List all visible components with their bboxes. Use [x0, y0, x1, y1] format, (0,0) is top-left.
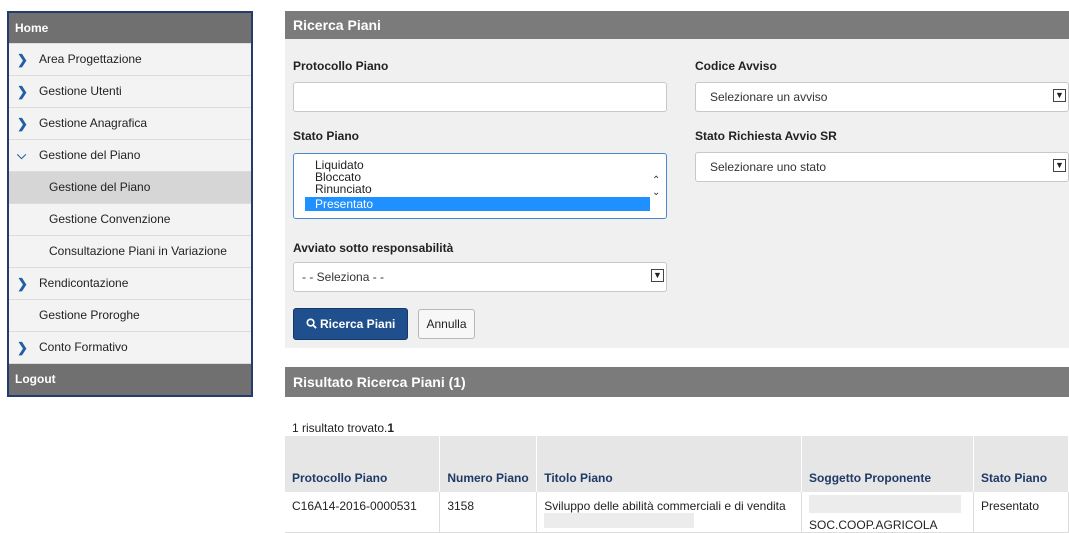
results-count-text: 1 risultato trovato. [292, 421, 388, 435]
results-table: Protocollo Piano Numero Piano Titolo Pia… [285, 436, 1069, 533]
stato-richiesta-select[interactable]: Selezionare uno stato ▼ [695, 152, 1069, 182]
sidebar-item-label: Gestione Convenzione [49, 212, 171, 226]
sidebar-item-conto-formativo[interactable]: ❯ Conto Formativo [9, 331, 251, 363]
stato-richiesta-value: Selezionare uno stato [710, 160, 827, 174]
cell-soggetto: SOC.COOP.AGRICOLA [801, 492, 975, 533]
column-header[interactable]: Titolo Piano [536, 436, 803, 492]
sidebar-item-gestione-utenti[interactable]: ❯ Gestione Utenti [9, 75, 251, 107]
results-count: 1 risultato trovato.1 [292, 421, 394, 435]
listbox-scrollbar[interactable]: ⌃ ⌄ [650, 157, 664, 215]
chevron-right-icon: ❯ [17, 84, 28, 99]
sidebar-item-gestione-anagrafica[interactable]: ❯ Gestione Anagrafica [9, 107, 251, 139]
cell-stato: Presentato [973, 492, 1069, 533]
codice-avviso-label: Codice Avviso [695, 59, 777, 73]
cancel-button[interactable]: Annulla [418, 309, 475, 339]
sidebar-item-label: Consultazione Piani in Variazione [49, 244, 227, 258]
sidebar-item-gestione-proroghe[interactable]: Gestione Proroghe [9, 299, 251, 331]
search-button-label: Ricerca Piani [319, 317, 396, 331]
stato-piano-label: Stato Piano [293, 129, 360, 143]
sidebar-item-label: Area Progettazione [39, 52, 142, 66]
sidebar-home[interactable]: Home [9, 13, 251, 43]
search-panel-title: Ricerca Piani [285, 11, 1069, 39]
chevron-down-icon: ▼ [1053, 159, 1066, 172]
column-header[interactable]: Protocollo Piano [285, 436, 441, 492]
redacted-block [809, 495, 962, 513]
sidebar-item-label: Gestione Anagrafica [39, 116, 148, 130]
chevron-down-icon: ⌵ [17, 148, 27, 162]
codice-avviso-select[interactable]: Selezionare un avviso ▼ [695, 82, 1069, 112]
sidebar-item-label: Rendicontazione [39, 276, 129, 290]
avviato-value: - - Seleziona - - [302, 270, 385, 284]
sidebar-logout[interactable]: Logout [9, 363, 251, 395]
column-header[interactable]: Soggetto Proponente [801, 436, 975, 492]
sidebar-item-gestione-del-piano[interactable]: ⌵ Gestione del Piano [9, 139, 251, 171]
results-panel-title: Risultato Ricerca Piani (1) [285, 367, 1069, 397]
sidebar-item-label: Conto Formativo [39, 340, 128, 354]
sidebar-item-label: Gestione Proroghe [39, 308, 140, 322]
cell-protocollo: C16A14-2016-0000531 [285, 492, 441, 533]
avviato-label: Avviato sotto responsabilità [293, 241, 454, 255]
chevron-right-icon: ❯ [17, 276, 28, 291]
sidebar-subitem-consultazione-piani[interactable]: Consultazione Piani in Variazione [9, 235, 251, 267]
search-icon [306, 317, 320, 331]
protocollo-label: Protocollo Piano [293, 59, 389, 73]
column-header[interactable]: Stato Piano [973, 436, 1069, 492]
search-panel: Protocollo Piano Codice Avviso Seleziona… [285, 39, 1069, 348]
chevron-right-icon: ❯ [17, 340, 28, 355]
sidebar-item-area-progettazione[interactable]: ❯ Area Progettazione [9, 43, 251, 75]
cell-titolo-text: Sviluppo delle abilità commerciali e di … [544, 499, 786, 513]
chevron-down-icon: ▼ [1053, 89, 1066, 102]
scroll-up-icon[interactable]: ⌃ [652, 175, 660, 186]
sidebar-item-label: Gestione del Piano [39, 148, 141, 162]
sidebar-subitem-gestione-del-piano[interactable]: Gestione del Piano [9, 171, 251, 203]
results-count-value: 1 [387, 421, 395, 435]
avviato-select[interactable]: - - Seleziona - - ▼ [293, 262, 667, 292]
sidebar-item-rendicontazione[interactable]: ❯ Rendicontazione [9, 267, 251, 299]
column-header[interactable]: Numero Piano [439, 436, 538, 492]
sidebar-subitem-gestione-convenzione[interactable]: Gestione Convenzione [9, 203, 251, 235]
cell-numero: 3158 [439, 492, 538, 533]
chevron-right-icon: ❯ [17, 52, 28, 67]
cell-titolo: Sviluppo delle abilità commerciali e di … [536, 492, 803, 533]
table-header-row: Protocollo Piano Numero Piano Titolo Pia… [285, 436, 1069, 492]
stato-piano-listbox[interactable]: Liquidato Bloccato Rinunciato Presentato… [293, 153, 667, 219]
table-row[interactable]: C16A14-2016-0000531 3158 Sviluppo delle … [285, 492, 1069, 533]
codice-avviso-value: Selezionare un avviso [710, 90, 828, 104]
search-button[interactable]: Ricerca Piani [293, 308, 408, 340]
stato-richiesta-label: Stato Richiesta Avvio SR [695, 129, 837, 143]
scroll-down-icon[interactable]: ⌄ [652, 187, 660, 198]
sidebar-item-label: Gestione del Piano [49, 180, 151, 194]
redacted-block [544, 513, 695, 529]
protocollo-input[interactable] [293, 82, 667, 112]
chevron-right-icon: ❯ [17, 116, 28, 131]
chevron-down-icon: ▼ [651, 269, 664, 282]
sidebar-menu: Home ❯ Area Progettazione ❯ Gestione Ute… [7, 11, 253, 397]
sidebar-item-label: Gestione Utenti [39, 84, 122, 98]
stato-option-rinunciato[interactable]: Rinunciato [305, 183, 650, 195]
stato-option-presentato[interactable]: Presentato [305, 197, 650, 211]
